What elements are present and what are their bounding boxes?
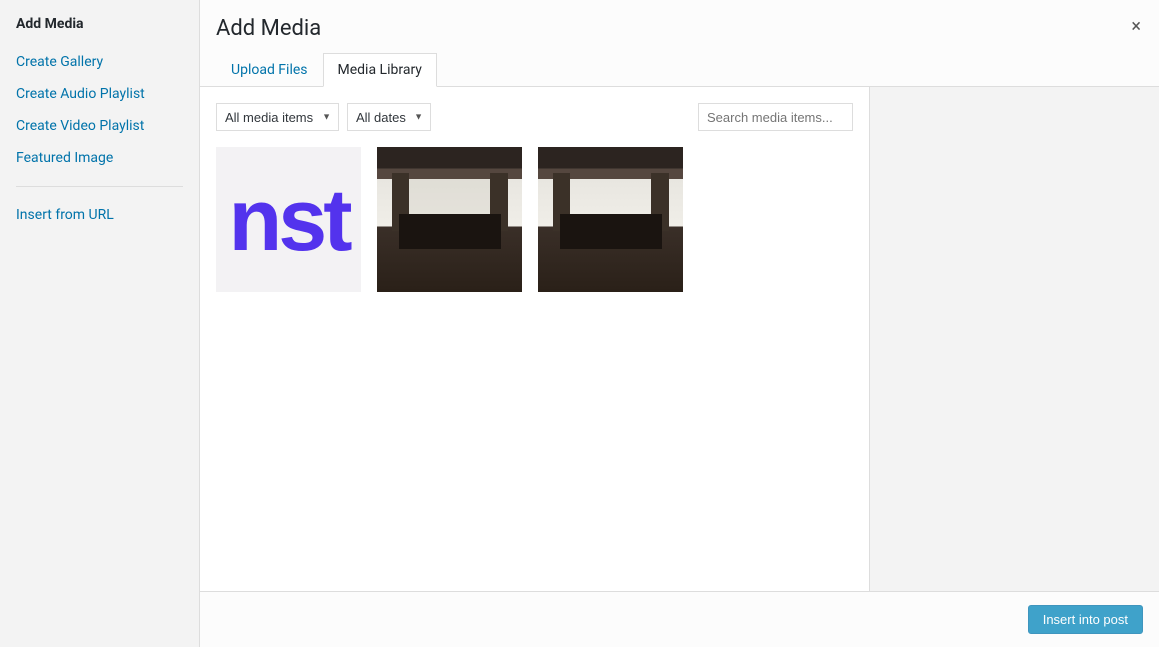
- attachments-grid: nst: [216, 147, 853, 292]
- media-modal: × Add Media Create Gallery Create Audio …: [0, 0, 1159, 647]
- thumbnail-image: [538, 147, 683, 292]
- details-sidebar: [869, 87, 1159, 591]
- sidebar-item-create-gallery[interactable]: Create Gallery: [16, 46, 183, 78]
- insert-into-post-button[interactable]: Insert into post: [1028, 605, 1143, 634]
- sidebar-heading: Add Media: [16, 16, 183, 32]
- library-main: All media items All dates nst: [200, 87, 869, 591]
- search-input[interactable]: [698, 103, 853, 131]
- tab-media-library[interactable]: Media Library: [323, 53, 437, 87]
- media-content: Add Media Upload Files Media Library All…: [200, 0, 1159, 647]
- tab-upload-files[interactable]: Upload Files: [216, 53, 323, 87]
- sidebar-divider: [16, 186, 183, 187]
- sidebar: Add Media Create Gallery Create Audio Pl…: [0, 0, 200, 647]
- filter-type-wrap: All media items: [216, 103, 339, 131]
- thumbnail-image: nst: [216, 147, 361, 292]
- attachment-thumbnail[interactable]: [538, 147, 683, 292]
- filter-type-select[interactable]: All media items: [216, 103, 339, 131]
- sidebar-item-create-video-playlist[interactable]: Create Video Playlist: [16, 110, 183, 142]
- modal-footer: Insert into post: [200, 591, 1159, 647]
- attachment-thumbnail[interactable]: [377, 147, 522, 292]
- sidebar-item-featured-image[interactable]: Featured Image: [16, 142, 183, 174]
- sidebar-menu: Create Gallery Create Audio Playlist Cre…: [16, 46, 183, 231]
- thumbnail-image: [377, 147, 522, 292]
- content-body: All media items All dates nst: [200, 87, 1159, 591]
- sidebar-item-insert-from-url[interactable]: Insert from URL: [16, 199, 183, 231]
- tabs: Upload Files Media Library: [200, 53, 1159, 87]
- library-toolbar: All media items All dates: [216, 103, 853, 131]
- attachment-thumbnail[interactable]: nst: [216, 147, 361, 292]
- content-header: Add Media: [200, 0, 1159, 53]
- filter-date-wrap: All dates: [347, 103, 431, 131]
- modal-main: Add Media Create Gallery Create Audio Pl…: [0, 0, 1159, 647]
- filter-date-select[interactable]: All dates: [347, 103, 431, 131]
- sidebar-item-create-audio-playlist[interactable]: Create Audio Playlist: [16, 78, 183, 110]
- page-title: Add Media: [216, 16, 1143, 41]
